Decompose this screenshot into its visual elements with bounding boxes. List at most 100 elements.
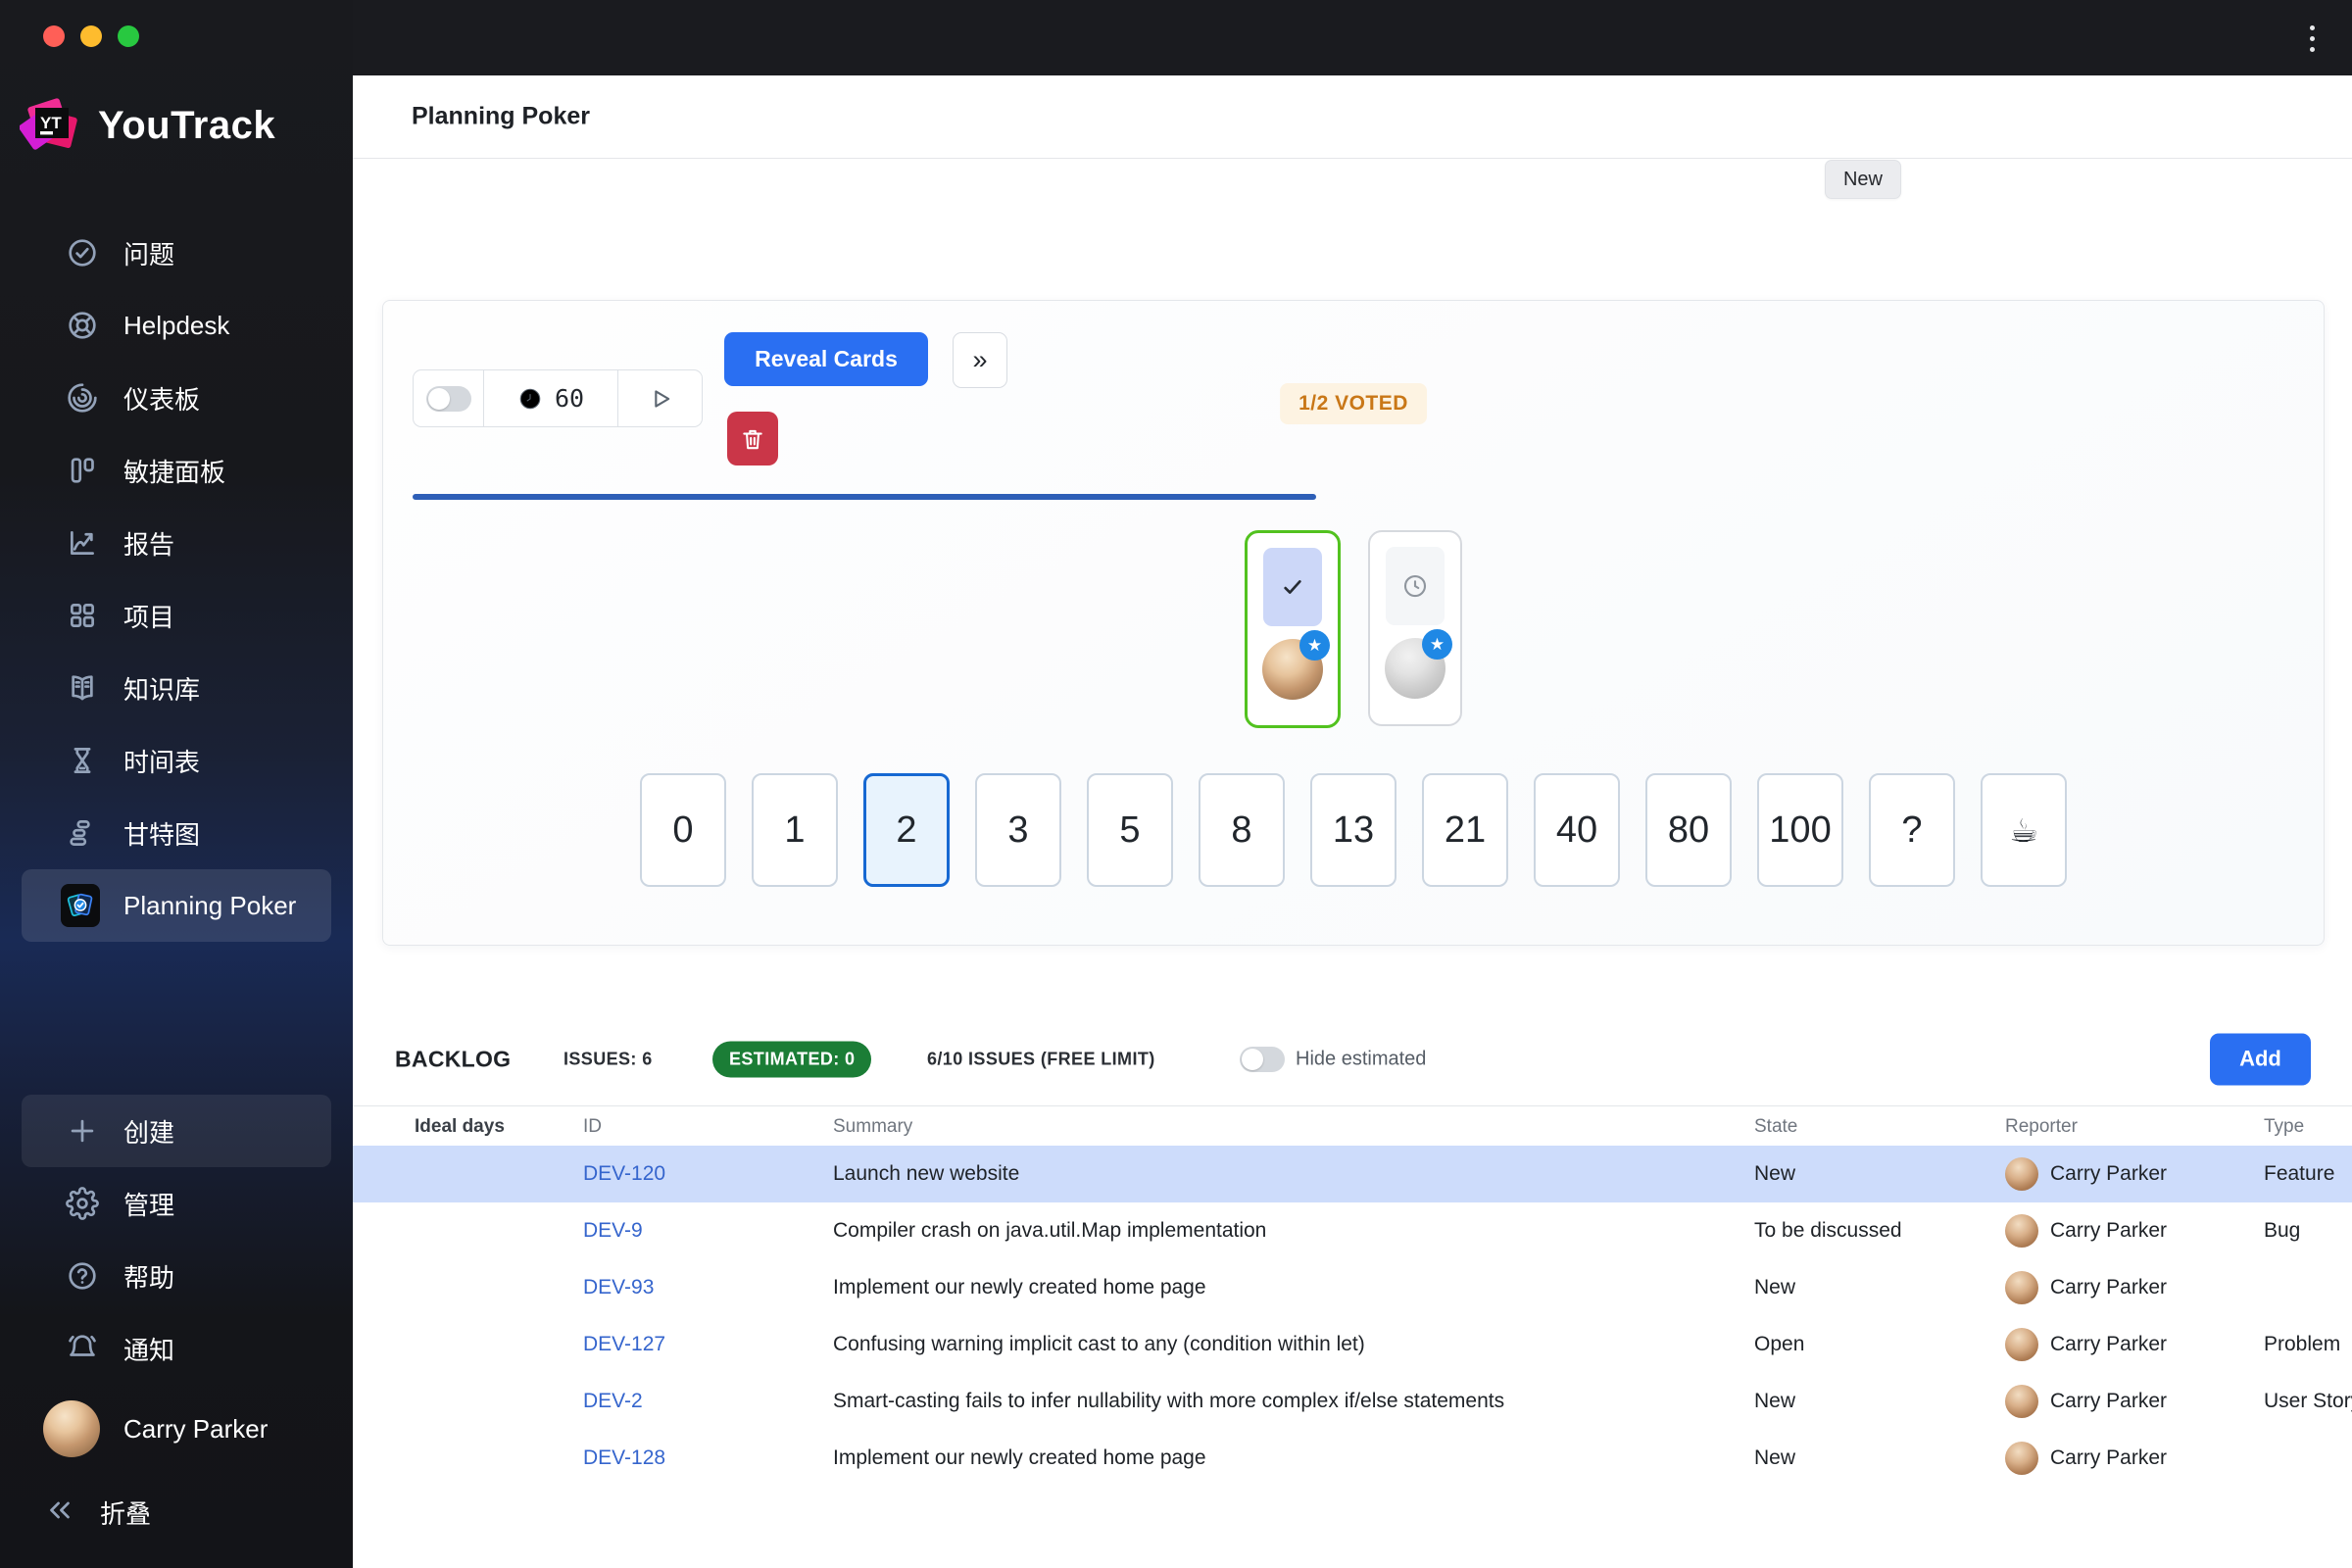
poker-card-21[interactable]: 21: [1422, 773, 1508, 887]
poker-card-0[interactable]: 0: [640, 773, 726, 887]
sidebar-item-label: 问题: [123, 239, 175, 270]
gear-icon: [65, 1186, 100, 1221]
poker-card-☕[interactable]: ☕: [1981, 773, 2067, 887]
poker-card-100[interactable]: 100: [1757, 773, 1843, 887]
poker-card-?[interactable]: ?: [1869, 773, 1955, 887]
sidebar-item-管理[interactable]: 管理: [22, 1167, 331, 1240]
check-icon: [1284, 580, 1301, 594]
table-row-DEV-120[interactable]: DEV-120 Launch new website New Carry Parker…: [353, 1146, 2352, 1202]
cell-type: User Story: [2264, 1390, 2352, 1412]
issue-id-link[interactable]: DEV-128: [583, 1446, 808, 1470]
page-title: Planning Poker: [412, 102, 590, 130]
issue-id-link[interactable]: DEV-93: [583, 1276, 808, 1299]
app-window: YT YouTrack 问题 Helpdesk 仪表板 敏捷面板 报告 项目 知识库 时间表甘…: [0, 0, 2352, 1568]
sidebar-item-仪表板[interactable]: 仪表板: [22, 362, 331, 434]
participant-avatar-wrap: ★: [1262, 630, 1330, 700]
issue-id-link[interactable]: DEV-120: [583, 1162, 808, 1186]
card-deck: 0 1 2 3 5 8 13 21 40 80 100? ☕: [640, 773, 2067, 887]
page-header: Planning Poker: [353, 75, 2352, 159]
sidebar-nav: 问题 Helpdesk 仪表板 敏捷面板报告项目知识库时间表甘特图 Planning P…: [0, 217, 353, 942]
reporter-name: Carry Parker: [2050, 1219, 2168, 1242]
poker-card-13[interactable]: 13: [1310, 773, 1396, 887]
sidebar-collapse[interactable]: 折叠: [0, 1476, 353, 1548]
cell-reporter: Carry Parker: [2005, 1271, 2250, 1304]
sidebar-item-问题[interactable]: 问题: [22, 217, 331, 289]
user-avatar: [43, 1400, 100, 1457]
traffic-lights: [43, 25, 139, 47]
column-header-reporter: Reporter: [2005, 1115, 2078, 1137]
reveal-cards-button[interactable]: Reveal Cards: [724, 332, 928, 386]
reporter-avatar: [2005, 1442, 2038, 1475]
sidebar-item-敏捷面板[interactable]: 敏捷面板: [22, 434, 331, 507]
cell-reporter: Carry Parker: [2005, 1442, 2250, 1475]
issue-id-link[interactable]: DEV-2: [583, 1390, 808, 1413]
timer-toggle[interactable]: [425, 385, 471, 412]
cell-summary: Confusing warning implicit cast to any (…: [833, 1333, 1365, 1355]
participant-avatar-wrap: ★: [1385, 629, 1452, 699]
sidebar-item-label: Planning Poker: [123, 890, 297, 920]
sidebar-item-甘特图[interactable]: 甘特图: [22, 797, 331, 869]
cell-state: New: [1754, 1446, 1796, 1469]
minimize-button[interactable]: [80, 25, 102, 47]
dashboard-spiral-icon: [65, 380, 100, 416]
issue-id-link[interactable]: DEV-9: [583, 1219, 808, 1243]
table-row-DEV-127[interactable]: DEV-127 Confusing warning implicit cast t…: [353, 1316, 2352, 1373]
play-button[interactable]: [617, 370, 702, 426]
sidebar-item-报告[interactable]: 报告: [22, 507, 331, 579]
zoom-button[interactable]: [118, 25, 139, 47]
add-issue-button[interactable]: Add: [2210, 1033, 2311, 1085]
poker-card-40[interactable]: 40: [1534, 773, 1620, 887]
column-header-ideal: Ideal days: [415, 1115, 505, 1137]
table-row-DEV-2[interactable]: DEV-2 Smart-casting fails to infer nullab…: [353, 1373, 2352, 1430]
sidebar-item-label: 甘特图: [123, 819, 201, 850]
issue-id-link[interactable]: DEV-127: [583, 1333, 808, 1356]
column-header-state: State: [1754, 1115, 1798, 1137]
sidebar-user[interactable]: Carry Parker: [0, 1394, 353, 1464]
column-header-summary: Summary: [833, 1115, 913, 1137]
sidebar-item-项目[interactable]: 项目: [22, 579, 331, 652]
participant-card-waiting: ★: [1368, 530, 1462, 726]
poker-card-5[interactable]: 5: [1087, 773, 1173, 887]
cell-reporter: Carry Parker: [2005, 1385, 2250, 1418]
timer-control-group: 60: [413, 369, 703, 427]
sidebar: YT YouTrack 问题 Helpdesk 仪表板 敏捷面板 报告 项目 知识库 时间表甘…: [0, 0, 353, 1568]
poker-card-8[interactable]: 8: [1199, 773, 1285, 887]
sidebar-item-创建[interactable]: 创建: [22, 1095, 331, 1167]
table-row-DEV-9[interactable]: DEV-9 Compiler crash on java.util.Map imp…: [353, 1202, 2352, 1259]
gantt-bars-icon: [65, 815, 100, 851]
cell-type: Bug: [2264, 1219, 2301, 1242]
sidebar-item-helpdesk[interactable]: Helpdesk: [22, 289, 331, 362]
sidebar-item-planning-poker[interactable]: Planning Poker: [22, 869, 331, 942]
cell-type: Problem: [2264, 1333, 2341, 1355]
cell-reporter: Carry Parker: [2005, 1328, 2250, 1361]
delete-button[interactable]: [727, 412, 778, 466]
table-row-DEV-93[interactable]: DEV-93 Implement our newly created home p…: [353, 1259, 2352, 1316]
table-row-DEV-128[interactable]: DEV-128 Implement our newly created home …: [353, 1430, 2352, 1487]
timer-value-cell[interactable]: 60: [483, 370, 617, 426]
poker-card-2[interactable]: 2: [863, 773, 950, 887]
lifebuoy-icon: [65, 308, 100, 343]
hide-estimated-toggle[interactable]: [1240, 1046, 1285, 1072]
vote-card-voted: [1263, 548, 1322, 626]
kebab-menu-icon[interactable]: [2295, 22, 2328, 55]
planning-poker-logo-icon: [61, 884, 100, 927]
sidebar-item-时间表[interactable]: 时间表: [22, 724, 331, 797]
clock-icon: [1403, 574, 1427, 598]
more-actions-button[interactable]: »: [953, 332, 1007, 388]
sidebar-item-label: 管理: [123, 1190, 175, 1220]
participants-row: ★ ★: [1245, 530, 1462, 728]
close-button[interactable]: [43, 25, 65, 47]
poker-card-3[interactable]: 3: [975, 773, 1061, 887]
svg-text:YT: YT: [40, 114, 62, 132]
sidebar-item-通知[interactable]: 通知: [22, 1312, 331, 1385]
reporter-name: Carry Parker: [2050, 1333, 2168, 1355]
sidebar-item-帮助[interactable]: 帮助: [22, 1240, 331, 1312]
sidebar-item-知识库[interactable]: 知识库: [22, 652, 331, 724]
star-icon: ★: [1422, 629, 1452, 660]
sidebar-item-label: 知识库: [123, 674, 201, 705]
poker-card-1[interactable]: 1: [752, 773, 838, 887]
sidebar-item-label: 报告: [123, 529, 175, 560]
collapse-label: 折叠: [100, 1498, 152, 1529]
session-panel: 60 Reveal Cards » 1/2 VOTED ★ ★ 0 1 2 3 …: [382, 300, 2325, 946]
poker-card-80[interactable]: 80: [1645, 773, 1732, 887]
